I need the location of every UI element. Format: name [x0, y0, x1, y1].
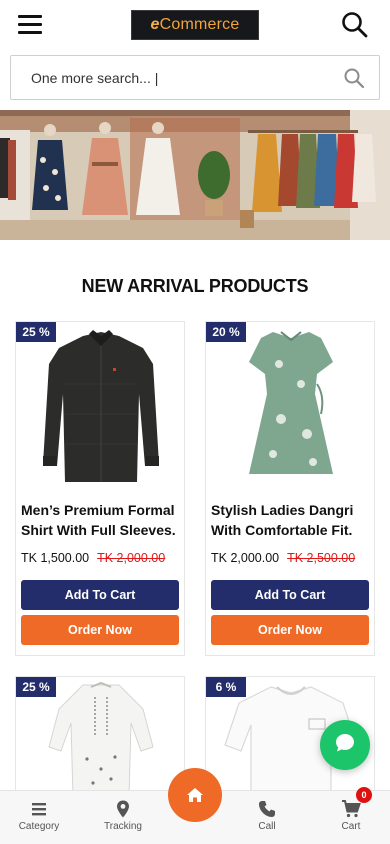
current-price: TK 2,000.00 [211, 551, 280, 565]
phone-icon [257, 799, 277, 819]
nav-cart[interactable]: 0 Cart [316, 787, 386, 844]
discount-badge: 6 % [206, 677, 246, 697]
discount-badge: 25 % [16, 677, 56, 697]
price-row: TK 2,000.00 TK 2,500.00 [211, 551, 376, 565]
search-icon[interactable] [340, 10, 370, 40]
nav-tracking[interactable]: Tracking [88, 791, 158, 844]
product-image-shirt[interactable] [31, 324, 171, 489]
home-button[interactable] [168, 768, 222, 822]
add-to-cart-button[interactable]: Add To Cart [211, 580, 369, 610]
product-name[interactable]: Stylish Ladies Dangri With Comfortable F… [211, 500, 373, 540]
product-image-dress[interactable] [221, 324, 361, 489]
hero-banner-image[interactable] [0, 110, 390, 240]
home-icon [186, 787, 204, 808]
nav-label: Tracking [104, 821, 142, 832]
search-input[interactable] [31, 56, 331, 99]
old-price: TK 2,000.00 [97, 551, 166, 565]
product-card[interactable]: 20 % Stylish Ladies Dangri With Comforta… [205, 321, 375, 656]
logo-text: eCommerce [150, 16, 240, 33]
chat-button[interactable] [320, 720, 370, 770]
current-price: TK 1,500.00 [21, 551, 90, 565]
product-name[interactable]: Men’s Premium Formal Shirt With Full Sle… [21, 500, 183, 540]
nav-label: Call [258, 821, 276, 832]
brand-logo[interactable]: eCommerce [131, 10, 259, 40]
nav-call[interactable]: Call [232, 791, 302, 844]
nav-label: Cart [341, 821, 361, 832]
menu-icon[interactable] [18, 14, 42, 34]
search-icon[interactable] [343, 67, 365, 89]
cart-count-badge: 0 [356, 787, 372, 803]
add-to-cart-button[interactable]: Add To Cart [21, 580, 179, 610]
order-now-button[interactable]: Order Now [21, 615, 179, 645]
old-price: TK 2,500.00 [287, 551, 356, 565]
list-icon [29, 799, 49, 819]
nav-label: Category [18, 821, 60, 832]
search-bar [10, 55, 380, 100]
nav-category[interactable]: Category [4, 791, 74, 844]
product-card[interactable]: 25 % Men’s Premium Formal Shirt With Ful… [15, 321, 185, 656]
chat-bubble-icon [334, 732, 356, 759]
order-now-button[interactable]: Order Now [211, 615, 369, 645]
price-row: TK 1,500.00 TK 2,000.00 [21, 551, 186, 565]
discount-badge: 20 % [206, 322, 246, 342]
app-header: eCommerce [0, 0, 390, 50]
section-title: NEW ARRIVAL PRODUCTS [81, 276, 309, 296]
product-card[interactable]: 25 % [15, 676, 185, 798]
map-pin-icon [113, 799, 133, 819]
cart-icon [341, 799, 361, 819]
discount-badge: 25 % [16, 322, 56, 342]
